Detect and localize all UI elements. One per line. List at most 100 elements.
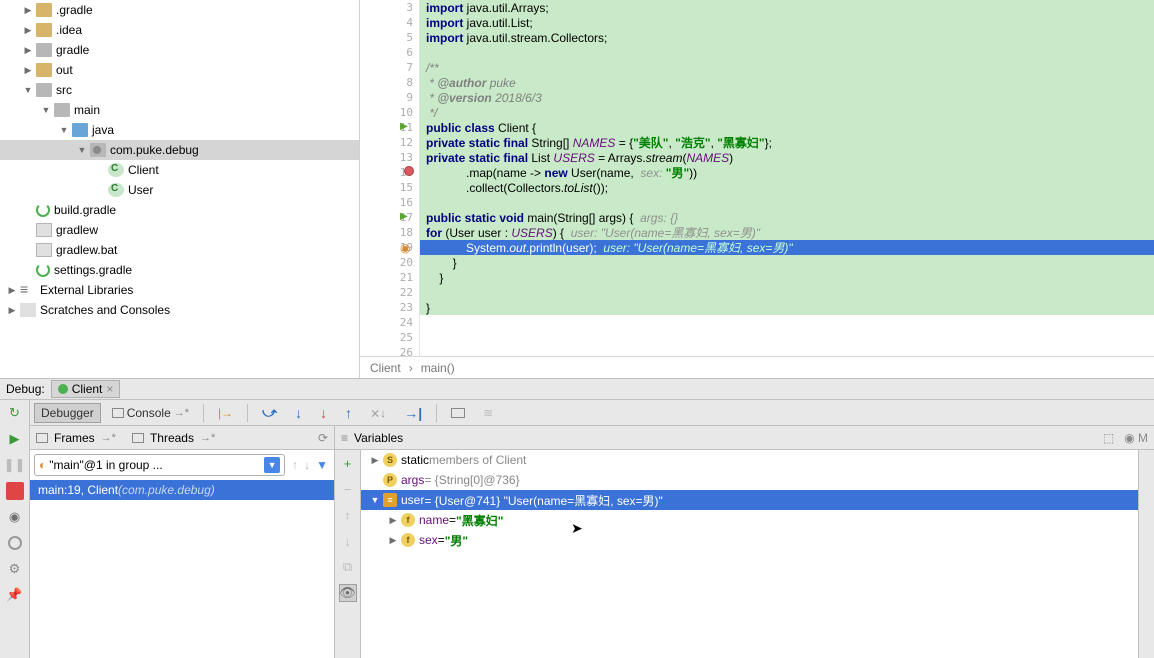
- debug-config-tab[interactable]: Client ×: [51, 380, 121, 398]
- thread-icon: ◐: [39, 458, 46, 472]
- tree-item-java[interactable]: ▼java: [0, 120, 359, 140]
- mute-breakpoints-button[interactable]: [6, 534, 24, 552]
- restore-button[interactable]: ⬚: [1103, 431, 1114, 445]
- folder-icon: [54, 103, 70, 117]
- variable-row-args[interactable]: ▶ P args = {String[0]@736}: [361, 470, 1138, 490]
- variable-row-sex[interactable]: ▶ f sex = "男": [361, 530, 1138, 550]
- tree-item-out[interactable]: ▶out: [0, 60, 359, 80]
- folder-icon: [36, 83, 52, 97]
- expand-icon[interactable]: ▶: [387, 514, 399, 526]
- console-tab[interactable]: Console→*: [105, 403, 196, 423]
- expand-icon[interactable]: ▶: [22, 44, 34, 56]
- tree-item-user[interactable]: ▶User: [0, 180, 359, 200]
- remove-watch-button[interactable]: −: [339, 480, 357, 498]
- pin-button[interactable]: 📌: [6, 586, 24, 604]
- tree-item-package[interactable]: ▼com.puke.debug: [0, 140, 359, 160]
- expand-icon[interactable]: ▶: [22, 24, 34, 36]
- stop-button[interactable]: [6, 482, 24, 500]
- tree-item-gradle[interactable]: ▶gradle: [0, 40, 359, 60]
- step-out-button[interactable]: ↑: [338, 402, 359, 424]
- code-area[interactable]: import java.util.Arrays;import java.util…: [420, 0, 1154, 356]
- bug-icon: [58, 384, 68, 394]
- package-icon: [90, 143, 106, 157]
- frames-title: Frames: [54, 431, 95, 445]
- thread-selector[interactable]: ◐ "main"@1 in group ... ▼: [34, 454, 285, 476]
- collapse-icon[interactable]: ▼: [369, 494, 381, 506]
- breadcrumb-file[interactable]: Client: [370, 361, 401, 375]
- prev-frame-button[interactable]: ↑: [292, 458, 298, 472]
- tree-item-idea[interactable]: ▶.idea: [0, 20, 359, 40]
- breadcrumb[interactable]: Client › main(): [360, 356, 1154, 378]
- gradle-icon: [36, 203, 50, 217]
- watches-button[interactable]: ◉ M: [1124, 431, 1148, 445]
- collapse-icon[interactable]: ▼: [58, 124, 70, 136]
- tree-item-client[interactable]: ▶Client: [0, 160, 359, 180]
- run-to-cursor-button[interactable]: →|: [397, 402, 429, 424]
- force-step-into-button[interactable]: ↓: [313, 402, 334, 424]
- tree-item-gradlew[interactable]: ▶gradlew: [0, 220, 359, 240]
- file-icon: [36, 243, 52, 257]
- drop-frame-button[interactable]: ⨯↓: [363, 403, 393, 423]
- debug-tool-window-header[interactable]: Debug: Client ×: [0, 378, 1154, 400]
- folder-icon: [36, 63, 52, 77]
- tree-item-gradle-hidden[interactable]: ▶.gradle: [0, 0, 359, 20]
- folder-icon: [36, 3, 52, 17]
- expand-icon[interactable]: ▶: [369, 454, 381, 466]
- editor-gutter[interactable]: 345678910▶111213141516▶1718◉192021222324…: [360, 0, 420, 356]
- tree-item-gradlew-bat[interactable]: ▶gradlew.bat: [0, 240, 359, 260]
- tree-item-main[interactable]: ▼main: [0, 100, 359, 120]
- next-frame-button[interactable]: ↓: [304, 458, 310, 472]
- tree-item-build-gradle[interactable]: ▶build.gradle: [0, 200, 359, 220]
- step-over-button[interactable]: ⤻: [255, 401, 284, 424]
- right-edge: [1138, 450, 1154, 658]
- up-button[interactable]: ↑: [339, 506, 357, 524]
- gradle-icon: [36, 263, 50, 277]
- copy-button[interactable]: ⧉: [339, 558, 357, 576]
- project-tree[interactable]: ▶.gradle ▶.idea ▶gradle ▶out ▼src ▼main …: [0, 0, 360, 378]
- dropdown-icon[interactable]: ▼: [264, 457, 280, 473]
- filter-button[interactable]: ▼: [316, 458, 328, 472]
- console-icon: [112, 408, 124, 418]
- show-execution-point-button[interactable]: |→: [211, 403, 240, 423]
- tree-item-scratches[interactable]: ▶Scratches and Consoles: [0, 300, 359, 320]
- debug-label: Debug:: [6, 382, 45, 396]
- frame-row[interactable]: main:19, Client (com.puke.debug): [30, 480, 334, 500]
- debugger-tab[interactable]: Debugger: [34, 403, 101, 423]
- trace-button[interactable]: ≋: [476, 403, 500, 423]
- show-watches-button[interactable]: 👁: [339, 584, 357, 602]
- frames-list[interactable]: main:19, Client (com.puke.debug): [30, 480, 334, 658]
- variable-row-name[interactable]: ▶ f name = "黑寡妇": [361, 510, 1138, 530]
- down-button[interactable]: ↓: [339, 532, 357, 550]
- resume-button[interactable]: ▶: [6, 430, 24, 448]
- rerun-button[interactable]: ↻: [6, 404, 24, 422]
- tree-item-external-libraries[interactable]: ▶External Libraries: [0, 280, 359, 300]
- close-icon[interactable]: ×: [106, 382, 113, 396]
- expand-icon[interactable]: ▶: [387, 534, 399, 546]
- expand-icon[interactable]: ▶: [6, 304, 18, 316]
- variables-gutter: + − ↑ ↓ ⧉ 👁: [335, 450, 361, 658]
- tree-item-src[interactable]: ▼src: [0, 80, 359, 100]
- evaluate-button[interactable]: [444, 405, 472, 421]
- settings-button[interactable]: ⚙: [6, 560, 24, 578]
- tree-item-settings-gradle[interactable]: ▶settings.gradle: [0, 260, 359, 280]
- field-badge-icon: f: [401, 533, 415, 547]
- variable-row-user[interactable]: ▼ ≡ user = {User@741} "User(name=黑寡妇, se…: [361, 490, 1138, 510]
- collapse-icon[interactable]: ▼: [22, 84, 34, 96]
- collapse-icon[interactable]: ▼: [76, 144, 88, 156]
- collapse-icon[interactable]: ▼: [40, 104, 52, 116]
- expand-icon[interactable]: ▶: [22, 64, 34, 76]
- variables-tree[interactable]: ▶ S static members of Client ▶ P args = …: [361, 450, 1138, 658]
- expand-icon[interactable]: ▶: [22, 4, 34, 16]
- view-breakpoints-button[interactable]: ◉: [6, 508, 24, 526]
- variable-row-static[interactable]: ▶ S static members of Client: [361, 450, 1138, 470]
- expand-icon[interactable]: ▶: [6, 284, 18, 296]
- pause-button[interactable]: ❚❚: [6, 456, 24, 474]
- breadcrumb-method[interactable]: main(): [421, 361, 455, 375]
- restore-layout-button[interactable]: ⟳: [318, 431, 328, 445]
- editor-pane: 345678910▶111213141516▶1718◉192021222324…: [360, 0, 1154, 378]
- new-watch-button[interactable]: +: [339, 454, 357, 472]
- step-into-button[interactable]: ↓: [288, 402, 309, 424]
- calc-icon: [451, 408, 465, 418]
- class-icon: [108, 183, 124, 197]
- folder-icon: [72, 123, 88, 137]
